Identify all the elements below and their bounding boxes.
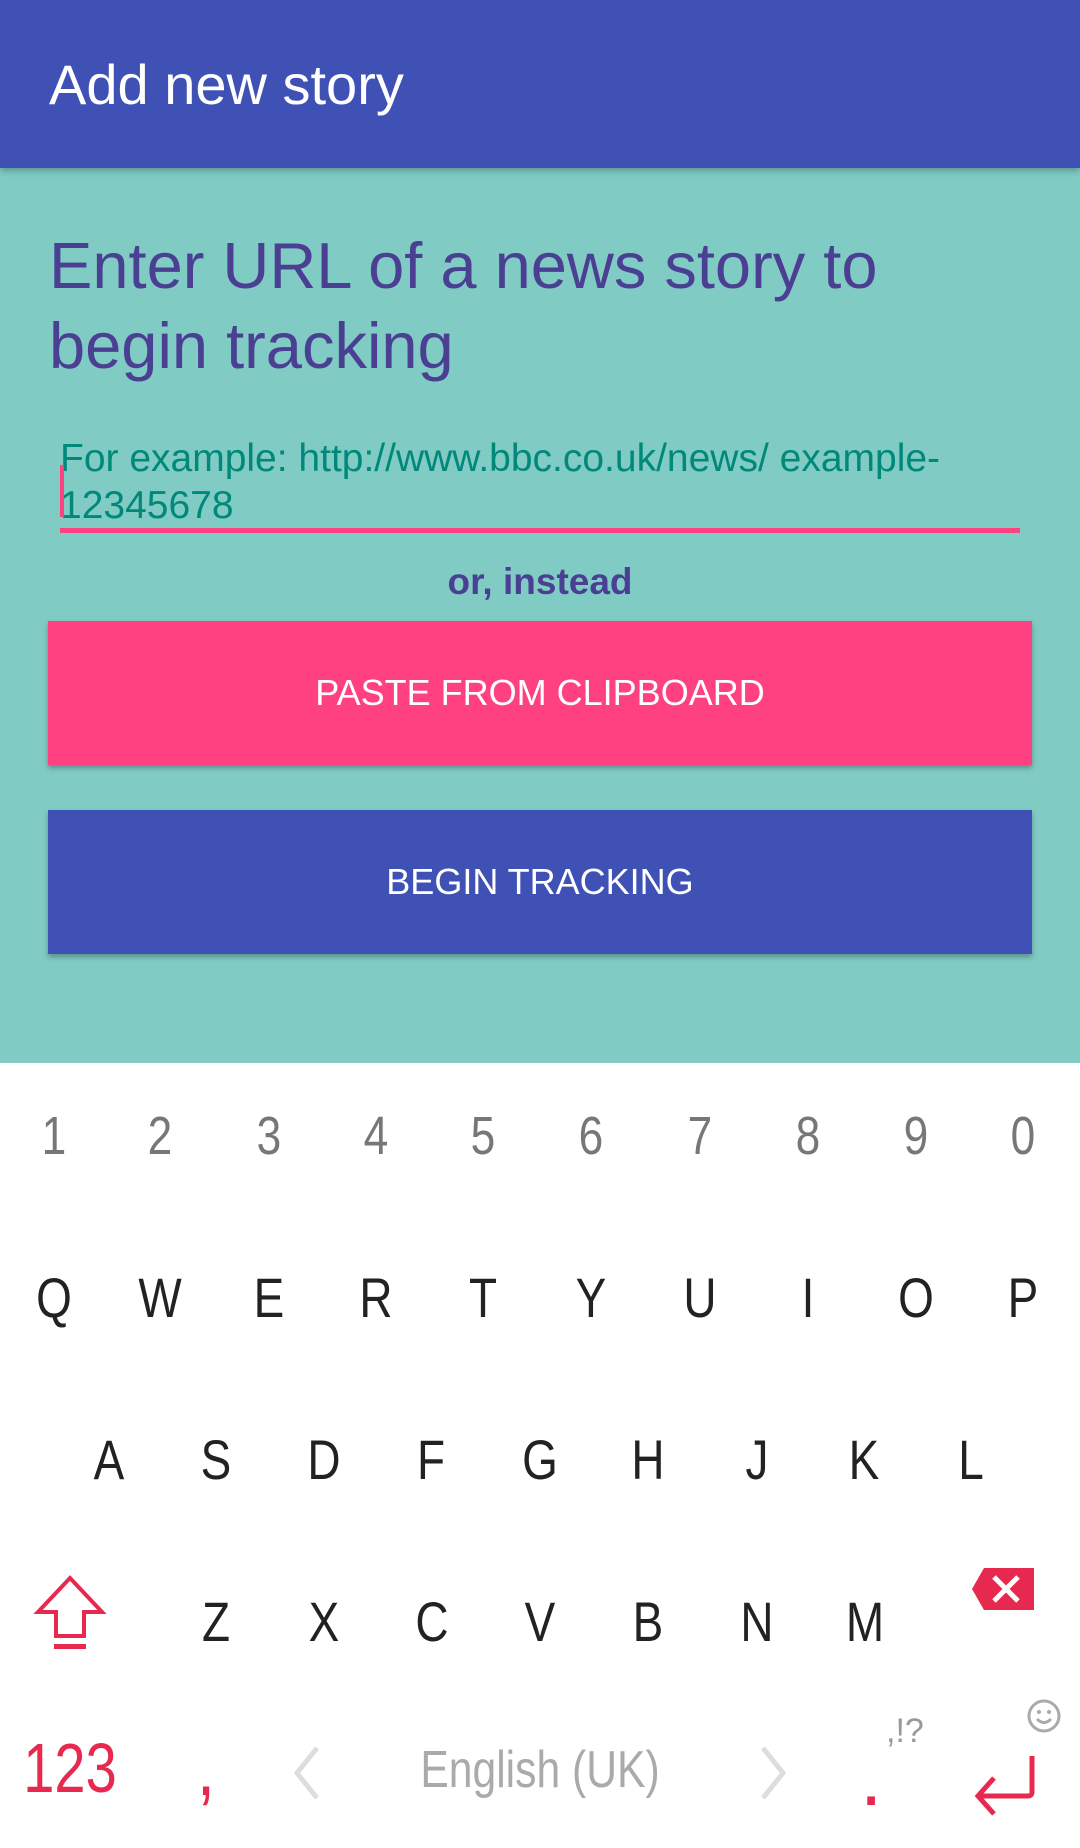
key-x[interactable]: X: [280, 1572, 369, 1672]
comma-key[interactable]: ,: [162, 1718, 251, 1818]
key-4[interactable]: 4: [332, 1086, 421, 1186]
app-title: Add new story: [49, 53, 404, 116]
key-2[interactable]: 2: [116, 1086, 205, 1186]
chevron-left-icon[interactable]: [285, 1743, 325, 1808]
key-1[interactable]: 1: [10, 1086, 99, 1186]
key-t[interactable]: T: [439, 1248, 528, 1348]
key-e[interactable]: E: [225, 1248, 314, 1348]
period-key[interactable]: .: [860, 1732, 882, 1824]
emoji-icon[interactable]: [1026, 1698, 1062, 1739]
key-o[interactable]: O: [872, 1248, 961, 1348]
key-r[interactable]: R: [332, 1248, 421, 1348]
key-c[interactable]: C: [388, 1572, 477, 1672]
key-m[interactable]: M: [821, 1572, 910, 1672]
key-v[interactable]: V: [496, 1572, 585, 1672]
key-6[interactable]: 6: [547, 1086, 636, 1186]
key-0[interactable]: 0: [979, 1086, 1068, 1186]
key-d[interactable]: D: [280, 1410, 369, 1510]
backspace-icon[interactable]: [970, 1564, 1040, 1619]
text-cursor: [60, 465, 64, 517]
key-p[interactable]: P: [979, 1248, 1068, 1348]
punctuation-hint: ,!?: [886, 1712, 924, 1750]
enter-icon[interactable]: [972, 1752, 1042, 1821]
chevron-right-icon[interactable]: [755, 1743, 795, 1808]
soft-keyboard: 1234567890 QWERTYUIOP ASDFGHJKL ZXCVBNM …: [0, 1063, 1080, 1848]
or-label: or, instead: [447, 561, 633, 602]
page-heading: Enter URL of a news story to begin track…: [49, 229, 878, 382]
main-content: Enter URL of a news story to begin track…: [0, 168, 1080, 1063]
key-7[interactable]: 7: [656, 1086, 745, 1186]
key-l[interactable]: L: [927, 1410, 1016, 1510]
key-w[interactable]: W: [116, 1248, 205, 1348]
key-j[interactable]: J: [713, 1410, 802, 1510]
key-u[interactable]: U: [656, 1248, 745, 1348]
key-9[interactable]: 9: [872, 1086, 961, 1186]
url-placeholder: For example: http://www.bbc.co.uk/news/ …: [60, 437, 941, 527]
key-k[interactable]: K: [820, 1410, 909, 1510]
key-s[interactable]: S: [172, 1410, 261, 1510]
key-z[interactable]: Z: [172, 1572, 261, 1672]
paste-from-clipboard-button[interactable]: PASTE FROM CLIPBOARD: [48, 621, 1032, 765]
key-i[interactable]: I: [764, 1248, 853, 1348]
key-b[interactable]: B: [604, 1572, 693, 1672]
key-h[interactable]: H: [604, 1410, 693, 1510]
key-q[interactable]: Q: [10, 1248, 99, 1348]
language-label[interactable]: English (UK): [409, 1740, 671, 1800]
url-input[interactable]: For example: http://www.bbc.co.uk/news/ …: [60, 423, 1020, 533]
begin-tracking-button[interactable]: BEGIN TRACKING: [48, 810, 1032, 954]
key-g[interactable]: G: [496, 1410, 585, 1510]
key-n[interactable]: N: [713, 1572, 802, 1672]
key-8[interactable]: 8: [764, 1086, 853, 1186]
key-f[interactable]: F: [387, 1410, 476, 1510]
key-a[interactable]: A: [65, 1410, 154, 1510]
key-5[interactable]: 5: [439, 1086, 528, 1186]
symbols-key[interactable]: 123: [22, 1718, 118, 1818]
key-y[interactable]: Y: [547, 1248, 636, 1348]
shift-icon[interactable]: [30, 1572, 110, 1657]
key-3[interactable]: 3: [225, 1086, 314, 1186]
app-bar: Add new story: [0, 0, 1080, 168]
